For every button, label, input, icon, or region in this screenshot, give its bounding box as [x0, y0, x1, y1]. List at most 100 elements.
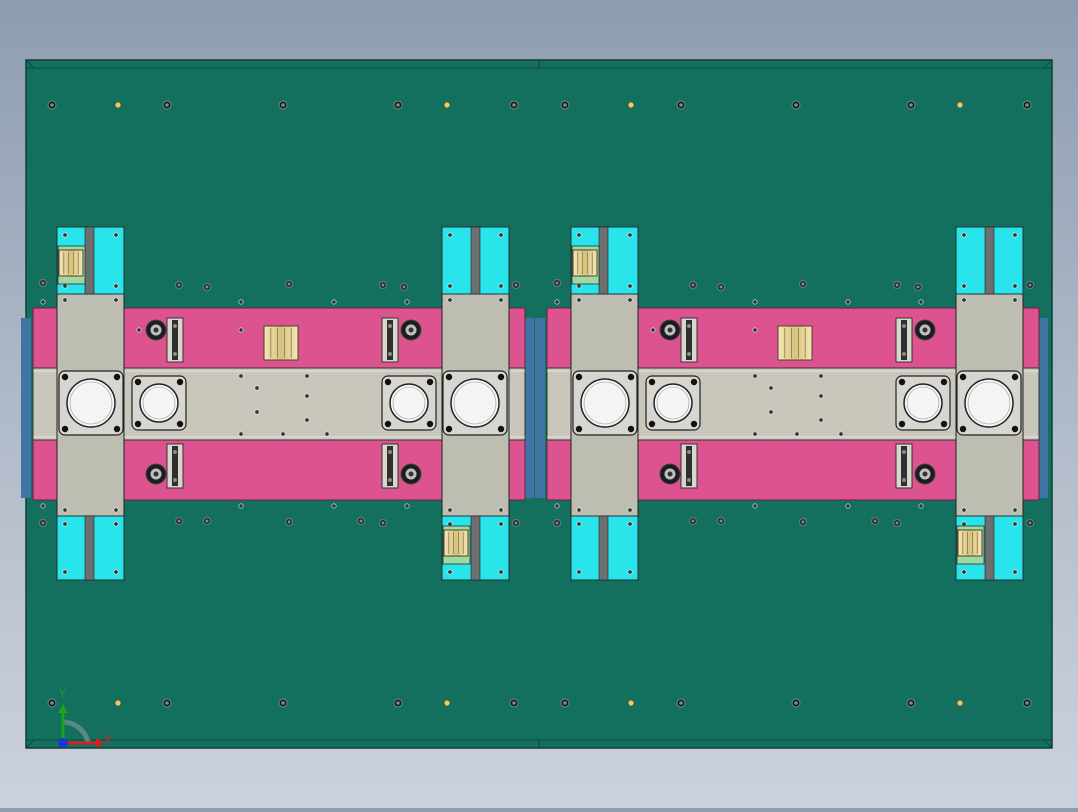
small-hole	[324, 431, 330, 437]
small-hole	[961, 232, 967, 238]
bolt-core	[177, 283, 181, 287]
guide-slot	[984, 226, 995, 295]
bolt-core	[563, 103, 567, 107]
motor-body	[139, 383, 179, 423]
guide-slot	[84, 515, 95, 581]
sensor-screw	[687, 478, 691, 482]
motor-bolt	[445, 425, 453, 433]
motor-bolt	[690, 420, 698, 428]
bolt-core	[895, 521, 899, 525]
small-hole	[576, 283, 582, 289]
small-hole	[918, 503, 924, 509]
clamp-block	[957, 529, 983, 557]
motor-bolt	[940, 420, 948, 428]
small-hole	[254, 409, 260, 415]
sensor-screw	[388, 450, 392, 454]
motor-bolt	[940, 378, 948, 386]
small-hole	[768, 385, 774, 391]
motor-bolt	[176, 420, 184, 428]
small-hole	[752, 373, 758, 379]
small-hole	[304, 373, 310, 379]
motor-body	[450, 378, 500, 428]
guide-slot	[470, 515, 481, 581]
dowel-pin	[114, 699, 122, 707]
bolt-core	[555, 521, 559, 525]
side-strip	[535, 318, 545, 498]
clamp-block	[777, 325, 813, 361]
bolt-core	[801, 520, 805, 524]
motor-body	[580, 378, 630, 428]
sensor-screw	[902, 324, 906, 328]
sensor-screw	[687, 352, 691, 356]
small-hole	[304, 417, 310, 423]
bolt-core	[402, 285, 406, 289]
cad-viewport[interactable]: X Y	[0, 0, 1078, 808]
small-hole	[961, 569, 967, 575]
sensor-screw	[388, 324, 392, 328]
bolt-core	[381, 521, 385, 525]
small-hole	[627, 521, 633, 527]
small-hole	[447, 232, 453, 238]
small-hole	[447, 569, 453, 575]
motor-bolt	[113, 425, 121, 433]
cad-model-view[interactable]	[0, 0, 1078, 808]
small-hole	[818, 417, 824, 423]
bolt-core	[396, 103, 400, 107]
small-hole	[280, 431, 286, 437]
small-hole	[62, 297, 68, 303]
small-hole	[845, 503, 851, 509]
motor-bolt	[497, 373, 505, 381]
bolt-core	[359, 519, 363, 523]
motor-bolt	[384, 420, 392, 428]
small-hole	[627, 297, 633, 303]
small-hole	[576, 507, 582, 513]
motor-bolt	[575, 373, 583, 381]
bolt-core	[41, 281, 45, 285]
motor-bolt	[898, 420, 906, 428]
small-hole	[238, 327, 244, 333]
bolt-core	[50, 103, 54, 107]
motor-bolt	[134, 420, 142, 428]
guide-slot	[470, 226, 481, 295]
small-hole	[404, 299, 410, 305]
motor-body	[964, 378, 1014, 428]
bolt-core	[691, 283, 695, 287]
bolt-core	[794, 701, 798, 705]
small-hole	[238, 299, 244, 305]
small-hole	[794, 431, 800, 437]
small-hole	[331, 299, 337, 305]
small-hole	[918, 299, 924, 305]
bolt-core	[679, 701, 683, 705]
bearing-bore	[153, 471, 159, 477]
bolt-core	[1028, 283, 1032, 287]
small-hole	[627, 232, 633, 238]
small-hole	[40, 299, 46, 305]
small-hole	[498, 569, 504, 575]
motor-bolt	[176, 378, 184, 386]
small-hole	[447, 507, 453, 513]
bolt-core	[909, 103, 913, 107]
small-hole	[961, 297, 967, 303]
sensor-screw	[173, 478, 177, 482]
bolt-core	[1025, 701, 1029, 705]
small-hole	[554, 299, 560, 305]
small-hole	[331, 503, 337, 509]
motor-bolt	[61, 373, 69, 381]
bolt-core	[281, 701, 285, 705]
bolt-core	[719, 519, 723, 523]
bolt-core	[719, 285, 723, 289]
bearing-bore	[667, 471, 673, 477]
small-hole	[576, 297, 582, 303]
motor-bolt	[959, 425, 967, 433]
dowel-pin	[114, 101, 122, 109]
bearing-bore	[408, 327, 414, 333]
bolt-core	[165, 103, 169, 107]
guide-slot	[84, 226, 95, 295]
bolt-core	[691, 519, 695, 523]
motor-bolt	[1011, 425, 1019, 433]
bolt-core	[512, 103, 516, 107]
bolt-core	[873, 519, 877, 523]
bolt-core	[794, 103, 798, 107]
small-hole	[576, 569, 582, 575]
y-axis-label: Y	[59, 687, 66, 700]
